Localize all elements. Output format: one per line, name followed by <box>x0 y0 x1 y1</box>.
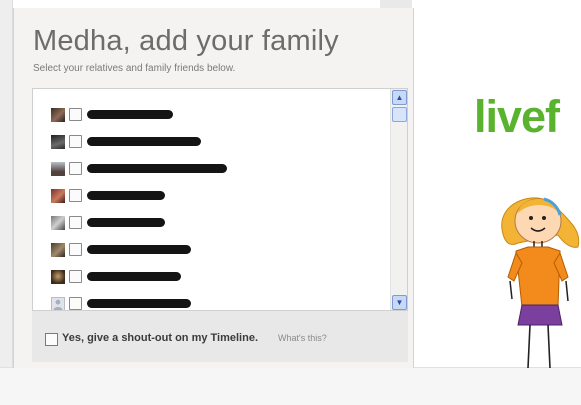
friend-checkbox[interactable] <box>69 216 82 229</box>
avatar <box>51 162 65 176</box>
chevron-up-icon: ▲ <box>395 93 404 102</box>
timeline-shoutout-checkbox[interactable] <box>45 333 58 346</box>
avatar <box>51 216 65 230</box>
friend-checkbox[interactable] <box>69 270 82 283</box>
friend-row[interactable] <box>51 296 351 310</box>
redacted-name <box>87 299 191 308</box>
redacted-name <box>87 110 173 119</box>
redacted-name <box>87 218 165 227</box>
friend-row[interactable] <box>51 215 351 231</box>
avatar <box>51 135 65 149</box>
friend-list[interactable]: ▲ ▼ <box>32 88 408 311</box>
friend-row[interactable] <box>51 134 351 150</box>
friend-checkbox[interactable] <box>69 108 82 121</box>
scroll-up-button[interactable]: ▲ <box>392 90 407 105</box>
list-scrollbar[interactable]: ▲ ▼ <box>390 89 407 310</box>
friend-checkbox[interactable] <box>69 162 82 175</box>
mascot-illustration <box>501 197 580 368</box>
friend-checkbox[interactable] <box>69 135 82 148</box>
friend-checkbox[interactable] <box>69 189 82 202</box>
friend-row[interactable] <box>51 107 351 123</box>
page-bottom <box>0 368 581 405</box>
redacted-name <box>87 272 181 281</box>
redacted-name <box>87 164 227 173</box>
friend-checkbox[interactable] <box>69 243 82 256</box>
avatar <box>51 243 65 257</box>
scrollbar-thumb[interactable] <box>392 107 407 122</box>
avatar <box>51 270 65 284</box>
chevron-down-icon: ▼ <box>395 298 404 307</box>
default-avatar-icon <box>51 297 65 310</box>
add-family-dialog: Medha, add your family Select your relat… <box>13 8 414 368</box>
redacted-name <box>87 191 165 200</box>
dialog-title: Medha, add your family <box>33 25 339 57</box>
scroll-down-button[interactable]: ▼ <box>392 295 407 310</box>
redacted-name <box>87 245 191 254</box>
friend-row[interactable] <box>51 188 351 204</box>
dialog-footer: Yes, give a shout-out on my Timeline. Wh… <box>32 310 408 362</box>
avatar <box>51 189 65 203</box>
friend-row[interactable] <box>51 269 351 285</box>
avatar <box>51 108 65 122</box>
friend-checkbox[interactable] <box>69 297 82 310</box>
dialog-subtitle: Select your relatives and family friends… <box>33 63 236 74</box>
brand-logo: livef <box>474 91 560 142</box>
timeline-shoutout-label[interactable]: Yes, give a shout-out on my Timeline. <box>62 332 258 344</box>
friend-row[interactable] <box>51 161 351 177</box>
whats-this-link[interactable]: What's this? <box>278 333 327 343</box>
redacted-name <box>87 137 201 146</box>
friend-row[interactable] <box>51 242 351 258</box>
background-left <box>0 0 13 370</box>
